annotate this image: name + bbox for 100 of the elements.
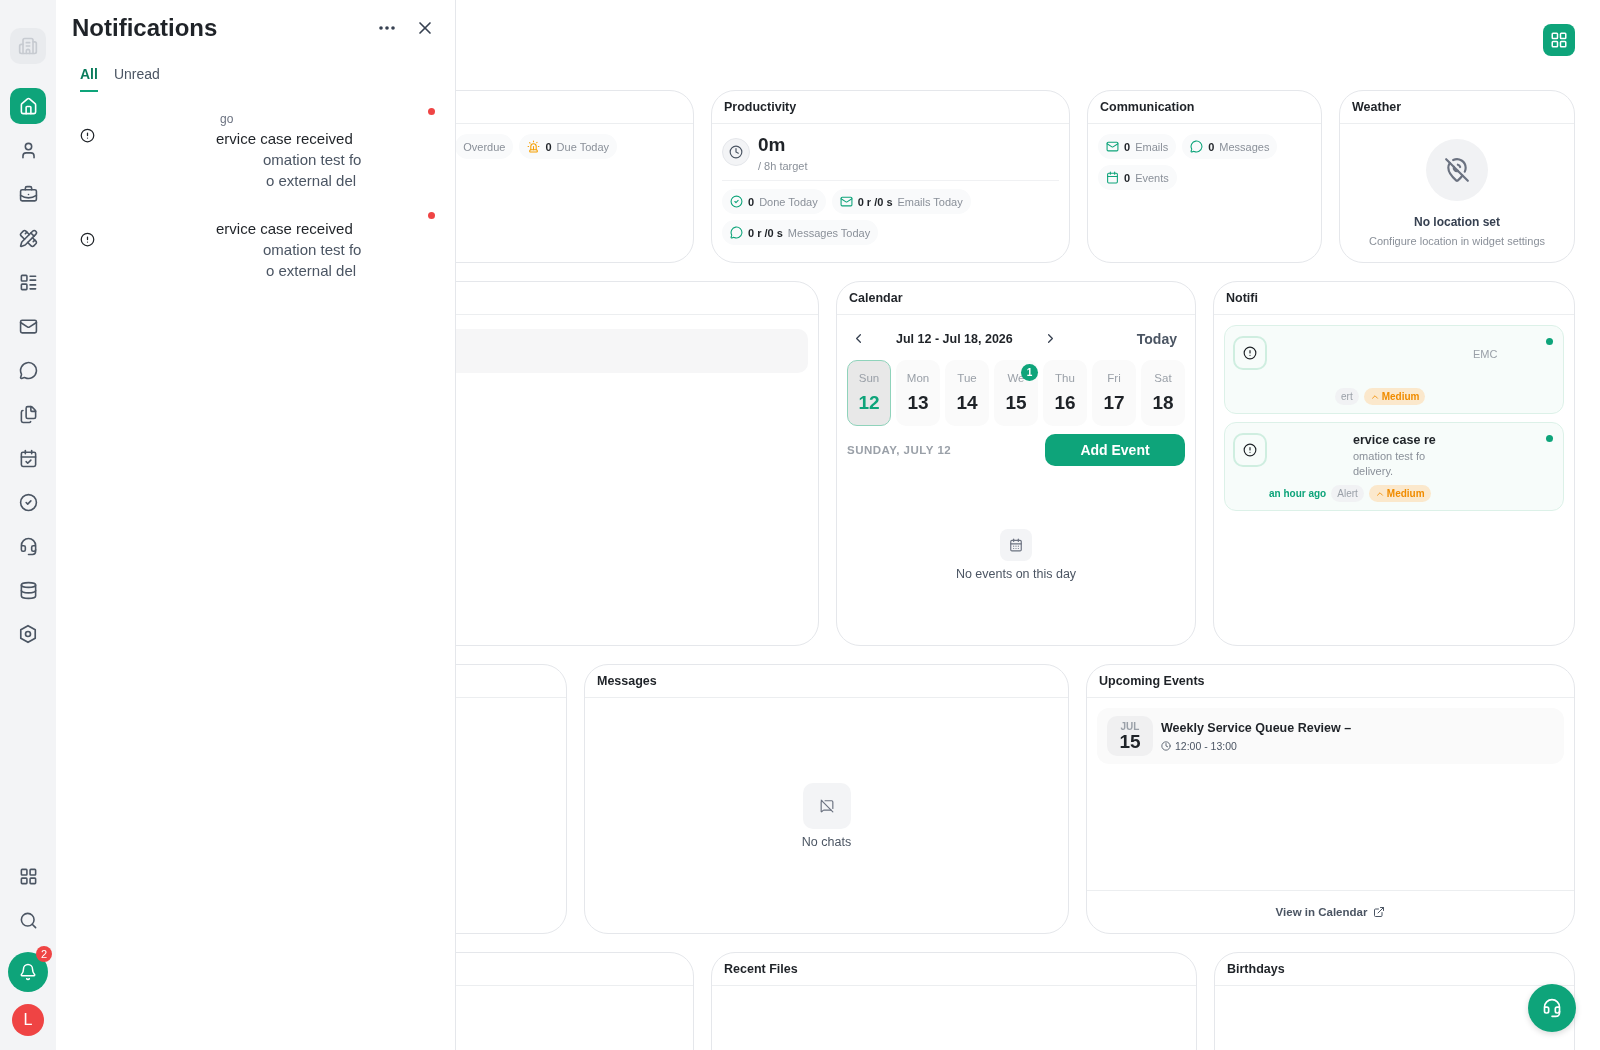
selected-date: SUNDAY, JULY 12 [847, 444, 952, 456]
nav-button[interactable] [10, 88, 46, 124]
notification-text: EMC [1473, 348, 1498, 360]
pencil-ruler-icon [18, 228, 38, 248]
stat-label: Due Today [556, 140, 609, 153]
panel-title: Notifications [72, 14, 219, 42]
notification-text: o external del [265, 262, 358, 279]
search-icon [18, 910, 38, 930]
alert-icon [80, 232, 95, 247]
clock-icon [722, 138, 750, 166]
mail-icon [1106, 140, 1119, 153]
event-title: Weekly Service Queue Review – [1161, 720, 1352, 735]
calendar-icon [18, 448, 38, 468]
database-icon [18, 580, 38, 600]
empty-message: No events on this day [955, 566, 1077, 581]
card-title: Weather [1352, 100, 1402, 114]
grid-icon [18, 866, 38, 886]
notification-text: delivery. [1353, 465, 1395, 477]
weather-message: No location set [1414, 215, 1500, 229]
mail-icon [18, 316, 38, 336]
stat-label: Done Today [759, 195, 818, 208]
filter-tab[interactable]: All [80, 62, 98, 92]
notification-title: ervice case received [216, 130, 354, 147]
day-cell[interactable]: Mon 13 [896, 360, 940, 426]
layout-button[interactable] [1543, 24, 1575, 56]
notification-title: ervice case received [216, 220, 354, 237]
mail-icon [839, 195, 853, 208]
card-title: Recent Files [724, 962, 798, 976]
chat-off-icon [802, 782, 851, 829]
type-tag: Alert [1331, 485, 1364, 502]
stat-value: 0 [1124, 140, 1131, 153]
notification-time: an hour ago [1269, 488, 1327, 499]
notification-item[interactable]: go ervice case received omation test fo o external del [72, 100, 439, 204]
target-text: / 8h target [758, 160, 808, 172]
chat-icon [18, 360, 38, 380]
notification-count: 2 [36, 946, 52, 962]
headset-icon [1542, 998, 1562, 1018]
notification-title: ervice case re [1353, 433, 1436, 447]
briefcase-icon [18, 184, 38, 204]
notifications-button[interactable] [8, 952, 48, 992]
day-cell[interactable]: Tue 14 [945, 360, 989, 426]
card-title: Upcoming Events [1099, 674, 1205, 688]
calendar-icon [1106, 171, 1119, 184]
priority-tag: Medium [1363, 388, 1426, 405]
stat-label: Events [1135, 171, 1169, 184]
stat-label: Emails [1135, 140, 1169, 153]
tracked-time: 0m [758, 134, 787, 156]
notification-item[interactable]: ervice case re omation test fo delivery. an hour ago Alert Medium [1224, 422, 1564, 511]
priority-tag: Medium [1368, 485, 1431, 502]
stat-value: 0 [1124, 171, 1131, 184]
home-icon [18, 96, 38, 116]
siren-icon [527, 140, 541, 153]
calendar-icon [1000, 528, 1032, 561]
bell-icon [19, 963, 37, 981]
clock-icon [1161, 740, 1171, 751]
stat-label: Messages Today [787, 226, 871, 239]
filter-tab[interactable]: Unread [113, 62, 160, 92]
stat-label: Messages [1219, 140, 1270, 153]
week-range: Jul 12 - Jul 18, 2026 [896, 331, 1013, 346]
notification-text: omation test fo [1353, 450, 1427, 462]
notification-time: go [219, 112, 235, 126]
day-cell[interactable]: Sat 18 [1141, 360, 1185, 426]
card-title: Notifi [1226, 291, 1258, 305]
day-cell[interactable]: We 15 1 [994, 360, 1038, 426]
stat-value: 0 r /0 s [857, 195, 893, 208]
notification-text: o external del [265, 172, 358, 189]
chat-icon [730, 226, 743, 239]
alert-icon [1233, 336, 1267, 370]
stat-value: 0 [545, 140, 552, 153]
headset-icon [18, 536, 38, 556]
view-calendar-link[interactable]: View in Calendar [1275, 906, 1386, 918]
alert-icon [80, 128, 95, 143]
settings-icon [18, 624, 38, 644]
card-title: Communication [1100, 100, 1195, 114]
logo-icon [10, 28, 46, 64]
notification-item[interactable]: ervice case received omation test fo o external del [72, 204, 439, 308]
check-circle-icon [730, 195, 743, 208]
event-time: 12:00 - 13:00 [1175, 739, 1237, 752]
card-title: Messages [597, 674, 657, 688]
today-button[interactable]: Today [1130, 329, 1183, 348]
event-item[interactable]: JUL 15 Weekly Service Queue Review – 12:00 - 13:00 [1097, 708, 1564, 764]
stat-value: 0 [1208, 140, 1215, 153]
check-circle-icon [18, 492, 38, 512]
stat-value: 0 r /0 s [748, 226, 783, 239]
chat-icon [1190, 140, 1204, 153]
external-link-icon [1373, 906, 1386, 918]
more-icon [379, 26, 395, 30]
stat-label: Emails Today [897, 195, 963, 208]
grid-icon [1550, 31, 1568, 49]
empty-message: No chats [801, 834, 852, 849]
weather-hint: Configure location in widget settings [1368, 235, 1546, 247]
user-avatar[interactable]: L [12, 1004, 44, 1036]
card-title: Calendar [849, 291, 903, 305]
event-month: JUL [1120, 721, 1140, 732]
event-day: 15 [1119, 732, 1141, 751]
day-cell[interactable]: Fri 17 [1092, 360, 1136, 426]
day-cell[interactable]: Thu 16 [1043, 360, 1087, 426]
card-title: Productivity [724, 100, 797, 114]
type-tag: ert [1335, 388, 1359, 405]
card-title: Birthdays [1227, 962, 1285, 976]
